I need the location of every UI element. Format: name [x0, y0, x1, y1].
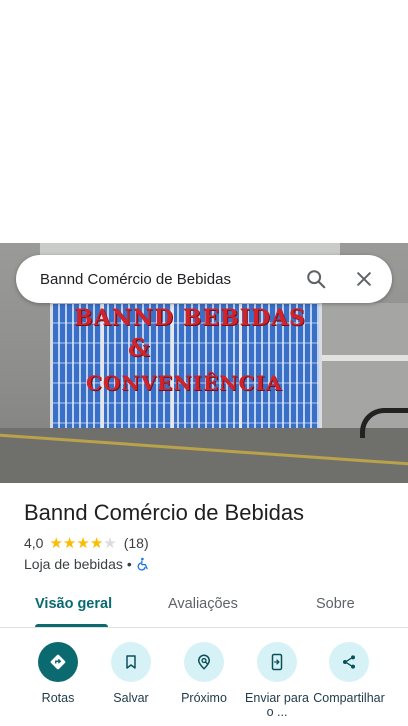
send-to-phone-icon [271, 653, 283, 671]
photo-sign-text-1: BANND BEBIDAS [74, 305, 306, 331]
share-icon [343, 655, 355, 669]
share-label: Compartilhar [313, 691, 385, 705]
bookmark-icon [126, 655, 136, 669]
star-full-icon: ★ [89, 534, 104, 552]
star-empty-icon: ★ [103, 534, 117, 552]
directions-button-circle[interactable] [38, 642, 78, 682]
place-category: Loja de bebidas [24, 556, 123, 572]
rating-row[interactable]: 4,0 ★ ★ ★ ★ ★ (18) [24, 535, 149, 551]
active-tab-indicator [35, 624, 108, 627]
action-bar: Rotas Salvar Próximo Enviar para o ... C… [0, 640, 408, 726]
search-query[interactable]: Bannd Comércio de Bebidas [16, 271, 292, 288]
nearby-icon [197, 654, 211, 670]
review-count[interactable]: (18) [124, 535, 149, 551]
save-button-circle[interactable] [111, 642, 151, 682]
nearby-button-circle[interactable] [184, 642, 224, 682]
search-button[interactable] [292, 255, 340, 303]
separator-dot: • [126, 556, 132, 572]
clear-search-button[interactable] [340, 255, 388, 303]
tab-bar: Visão geral Avaliações Sobre [0, 582, 408, 628]
send-to-phone-button-circle[interactable] [257, 642, 297, 682]
save-button[interactable]: Salvar [91, 642, 171, 705]
search-icon [307, 270, 326, 289]
send-to-phone-button[interactable]: Enviar para o ... [237, 642, 317, 719]
nearby-label: Próximo [181, 691, 227, 705]
tab-about[interactable]: Sobre [316, 596, 355, 612]
send-to-phone-label: Enviar para o ... [245, 691, 309, 719]
category-row: Loja de bebidas • [24, 556, 150, 572]
tab-overview[interactable]: Visão geral [35, 596, 112, 612]
tab-reviews[interactable]: Avaliações [168, 596, 238, 612]
photo-sign-amp: & [128, 333, 151, 362]
star-full-icon: ★ [49, 534, 63, 552]
save-label: Salvar [113, 691, 149, 705]
photo-right-stripe [322, 355, 408, 361]
photo-sign-text-2: CONVENIÊNCIA [86, 371, 283, 395]
wheelchair-accessible-icon [137, 557, 148, 571]
share-button-circle[interactable] [329, 642, 369, 682]
place-title: Bannd Comércio de Bebidas [24, 500, 305, 525]
close-icon [357, 272, 371, 286]
rating-value: 4,0 [24, 535, 44, 551]
star-full-icon: ★ [76, 534, 90, 552]
directions-icon [50, 654, 66, 670]
map-blank-area [0, 0, 408, 243]
photo-floor [0, 428, 408, 483]
directions-label: Rotas [41, 691, 75, 705]
rating-stars: ★ ★ ★ ★ ★ [49, 536, 116, 551]
share-button[interactable]: Compartilhar [309, 642, 389, 705]
star-full-icon: ★ [62, 534, 77, 552]
nearby-button[interactable]: Próximo [164, 642, 244, 705]
search-bar[interactable]: Bannd Comércio de Bebidas [16, 255, 392, 303]
directions-button[interactable]: Rotas [18, 642, 98, 705]
